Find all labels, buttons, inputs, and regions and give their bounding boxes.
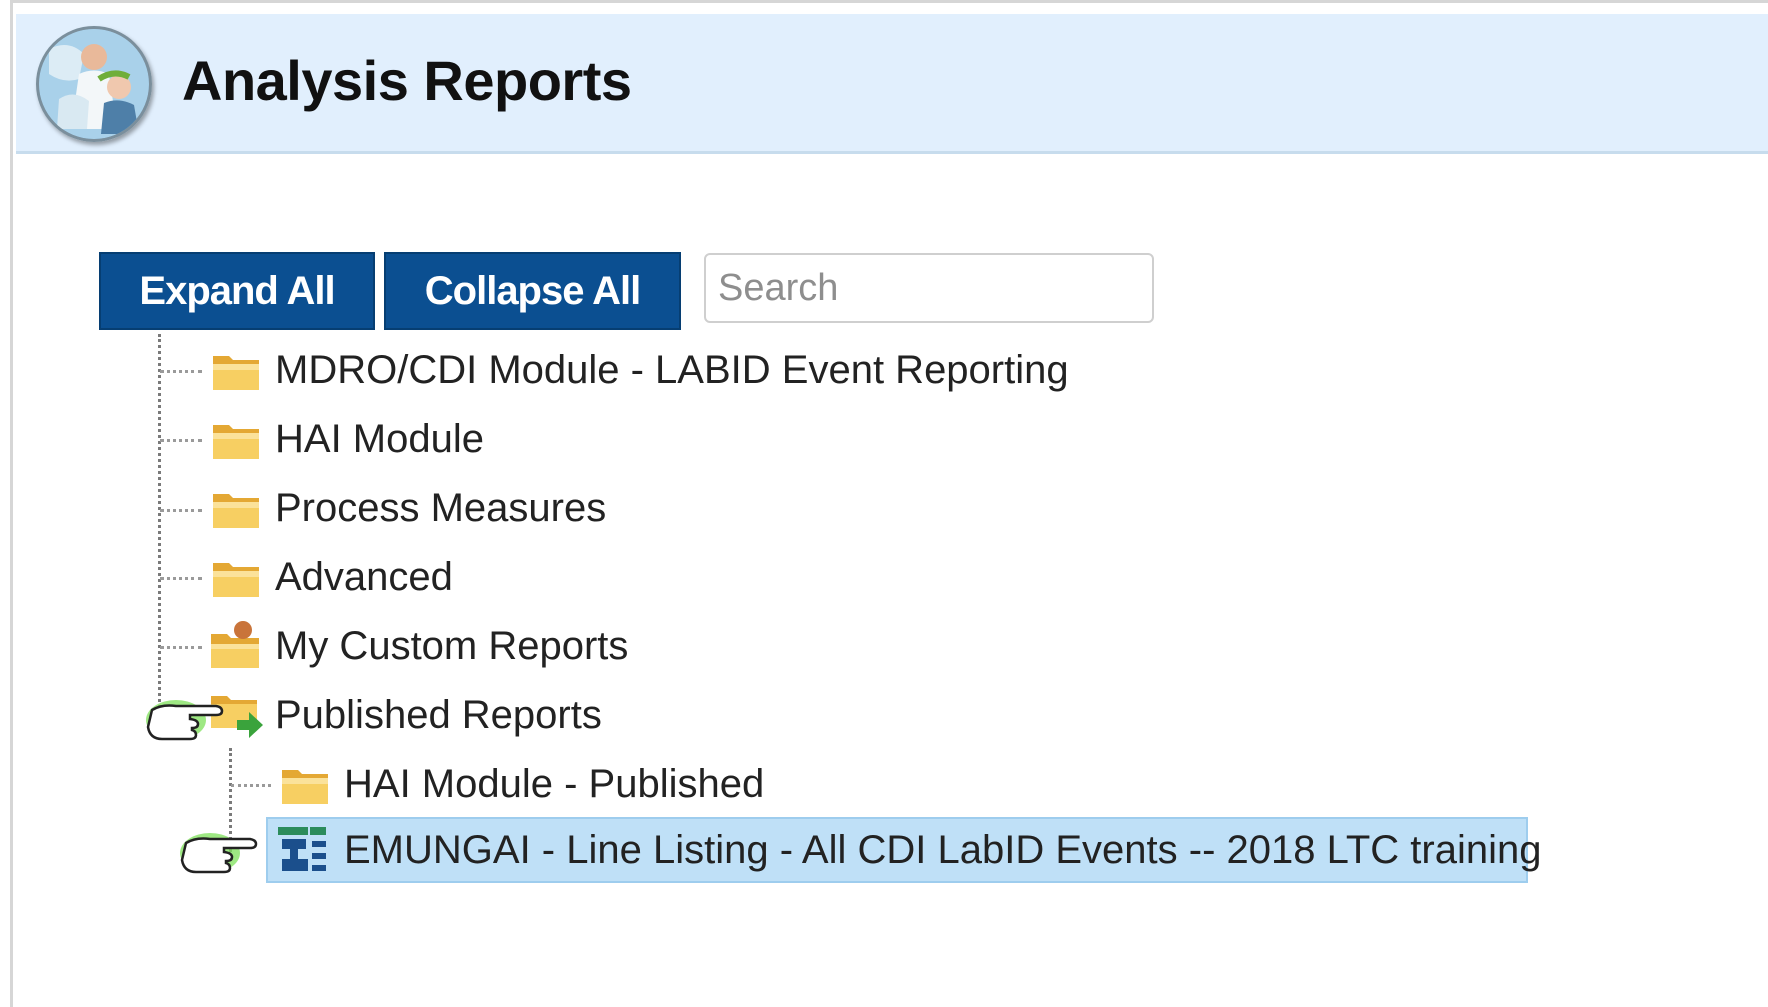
tree-connector-line [231, 784, 271, 787]
tree-connector-line [160, 509, 202, 512]
tree-connector-line [160, 370, 202, 373]
folder-icon [213, 356, 259, 390]
tree-item-label: EMUNGAI - Line Listing - All CDI LabID E… [344, 828, 1542, 872]
pointing-hand-icon [146, 700, 224, 741]
tree-item-label: Advanced [275, 555, 453, 599]
tree-connector-line [160, 439, 202, 442]
report-icon [278, 827, 326, 871]
tree-connector-line [158, 334, 161, 719]
tree-item-emungai-line-listing[interactable]: EMUNGAI - Line Listing - All CDI LabID E… [266, 819, 1542, 881]
analysis-logo-icon [36, 26, 152, 142]
tree-item-label: Published Reports [275, 693, 602, 737]
tree-connector-line [160, 577, 202, 580]
search-input[interactable] [704, 253, 1154, 323]
tree-item-hai-module[interactable]: HAI Module [205, 413, 525, 467]
tree-item-my-custom-reports[interactable]: My Custom Reports [205, 618, 655, 676]
folder-icon [282, 770, 328, 804]
tree-item-label: Process Measures [275, 486, 607, 530]
tree-item-label: MDRO/CDI Module - LABID Event Reporting [275, 348, 1069, 392]
folder-icon [213, 425, 259, 459]
collapse-all-button[interactable]: Collapse All [384, 252, 681, 330]
tree-item-process-measures[interactable]: Process Measures [205, 482, 625, 536]
tree-item-hai-module-published[interactable]: HAI Module - Published [274, 758, 774, 812]
custom-reports-folder-icon [211, 621, 259, 668]
folder-icon [213, 563, 259, 597]
folder-icon [213, 494, 259, 528]
tree-item-label: HAI Module [275, 417, 484, 461]
tree-item-published-reports[interactable]: Published Reports [205, 688, 625, 744]
expand-all-button[interactable]: Expand All [99, 252, 375, 330]
page-title: Analysis Reports [182, 49, 632, 112]
tree-item-label: My Custom Reports [275, 624, 629, 668]
tree-item-mdro-cdi[interactable]: MDRO/CDI Module - LABID Event Reporting [205, 344, 1085, 398]
tree-item-label: HAI Module - Published [344, 762, 765, 806]
pointing-hand-icon [180, 833, 258, 874]
tree-connector-line [160, 646, 202, 649]
tree-item-advanced[interactable]: Advanced [205, 551, 485, 605]
